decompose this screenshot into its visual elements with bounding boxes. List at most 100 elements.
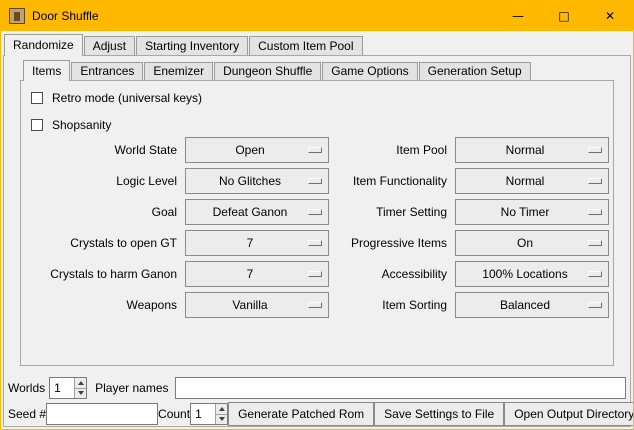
crystals-ganon-value: 7 [247,267,254,281]
worlds-spin-down-button[interactable] [74,388,86,399]
goal-label: Goal [27,199,177,225]
dropdown-indicator-icon [588,178,602,184]
player-names-input[interactable] [175,377,627,399]
randomize-pane: Items Entrances Enemizer Dungeon Shuffle… [3,55,631,427]
shopsanity-checkbox[interactable] [31,119,43,131]
worlds-spinbox[interactable] [49,377,87,399]
retro-mode-checkbox-row[interactable]: Retro mode (universal keys) [31,89,202,107]
generate-row: Seed # Count Generate Patched Rom Save S… [8,402,626,426]
count-label: Count [158,407,190,421]
dropdown-indicator-icon [588,240,602,246]
window-content: Randomize Adjust Starting Inventory Cust… [1,31,633,429]
progressive-items-label: Progressive Items [337,230,447,256]
dropdown-indicator-icon [588,302,602,308]
window: Door Shuffle — □ ✕ Randomize Adjust Star… [0,0,634,430]
dropdown-indicator-icon [588,271,602,277]
logic-level-dropdown[interactable]: No Glitches [185,168,329,194]
item-sorting-dropdown[interactable]: Balanced [455,292,609,318]
dropdown-indicator-icon [588,209,602,215]
multiworld-row: Worlds Player names [8,377,626,399]
count-spin-buttons [215,404,227,424]
tab-generation-setup[interactable]: Generation Setup [419,62,531,80]
maximize-button[interactable]: □ [541,1,587,31]
weapons-label: Weapons [27,292,177,318]
tab-custom-item-pool[interactable]: Custom Item Pool [249,36,362,55]
shopsanity-checkbox-row[interactable]: Shopsanity [31,116,111,134]
worlds-input[interactable] [50,378,74,398]
dropdown-indicator-icon [308,209,322,215]
down-arrow-icon [219,417,225,421]
player-names-label: Player names [95,381,168,395]
dropdown-indicator-icon [308,178,322,184]
dropdown-indicator-icon [308,271,322,277]
crystals-ganon-dropdown[interactable]: 7 [185,261,329,287]
world-state-dropdown[interactable]: Open [185,137,329,163]
item-pool-label: Item Pool [337,137,447,163]
item-functionality-dropdown[interactable]: Normal [455,168,609,194]
weapons-dropdown[interactable]: Vanilla [185,292,329,318]
sub-tab-bar: Items Entrances Enemizer Dungeon Shuffle… [23,59,532,80]
shopsanity-label: Shopsanity [52,118,111,132]
count-spinbox[interactable] [190,403,228,425]
items-pane: Retro mode (universal keys) Shopsanity W… [20,80,614,366]
logic-level-value: No Glitches [219,174,281,188]
main-tab-bar: Randomize Adjust Starting Inventory Cust… [4,33,364,55]
timer-setting-dropdown[interactable]: No Timer [455,199,609,225]
up-arrow-icon [219,407,225,411]
seed-input[interactable] [46,403,158,425]
app-icon [9,8,25,24]
crystals-ganon-label: Crystals to harm Ganon [27,261,177,287]
up-arrow-icon [78,381,84,385]
tab-starting-inventory[interactable]: Starting Inventory [136,36,248,55]
item-pool-value: Normal [506,143,545,157]
dropdown-indicator-icon [588,147,602,153]
seed-label: Seed # [8,407,46,421]
timer-setting-label: Timer Setting [337,199,447,225]
tab-adjust[interactable]: Adjust [84,36,135,55]
accessibility-dropdown[interactable]: 100% Locations [455,261,609,287]
tab-randomize[interactable]: Randomize [4,34,83,56]
world-state-value: Open [235,143,264,157]
count-spin-down-button[interactable] [215,414,227,425]
timer-setting-value: No Timer [501,205,550,219]
titlebar[interactable]: Door Shuffle — □ ✕ [1,1,633,31]
crystals-gt-value: 7 [247,236,254,250]
window-title: Door Shuffle [32,9,99,23]
item-functionality-label: Item Functionality [337,168,447,194]
world-state-label: World State [27,137,177,163]
crystals-gt-label: Crystals to open GT [27,230,177,256]
worlds-label: Worlds [8,381,45,395]
item-functionality-value: Normal [506,174,545,188]
item-pool-dropdown[interactable]: Normal [455,137,609,163]
close-button[interactable]: ✕ [587,1,633,31]
worlds-spin-buttons [74,378,86,398]
accessibility-value: 100% Locations [482,267,567,281]
dropdown-indicator-icon [308,147,322,153]
tab-entrances[interactable]: Entrances [71,62,143,80]
count-input[interactable] [191,404,215,424]
crystals-gt-dropdown[interactable]: 7 [185,230,329,256]
progressive-items-value: On [517,236,533,250]
tab-items[interactable]: Items [23,60,70,81]
generate-patched-rom-button[interactable]: Generate Patched Rom [228,402,374,426]
open-output-directory-button[interactable]: Open Output Directory [504,402,634,426]
down-arrow-icon [78,391,84,395]
minimize-button[interactable]: — [495,1,541,31]
item-sorting-label: Item Sorting [337,292,447,318]
retro-mode-checkbox[interactable] [31,92,43,104]
weapons-value: Vanilla [232,298,267,312]
dropdown-indicator-icon [308,240,322,246]
tab-enemizer[interactable]: Enemizer [144,62,213,80]
save-settings-button[interactable]: Save Settings to File [374,402,504,426]
count-spin-up-button[interactable] [215,404,227,414]
goal-dropdown[interactable]: Defeat Ganon [185,199,329,225]
accessibility-label: Accessibility [337,261,447,287]
goal-value: Defeat Ganon [213,205,288,219]
worlds-spin-up-button[interactable] [74,378,86,388]
progressive-items-dropdown[interactable]: On [455,230,609,256]
item-sorting-value: Balanced [500,298,550,312]
tab-game-options[interactable]: Game Options [322,62,417,80]
tab-dungeon-shuffle[interactable]: Dungeon Shuffle [214,62,321,80]
window-controls: — □ ✕ [495,1,633,31]
dropdown-indicator-icon [308,302,322,308]
